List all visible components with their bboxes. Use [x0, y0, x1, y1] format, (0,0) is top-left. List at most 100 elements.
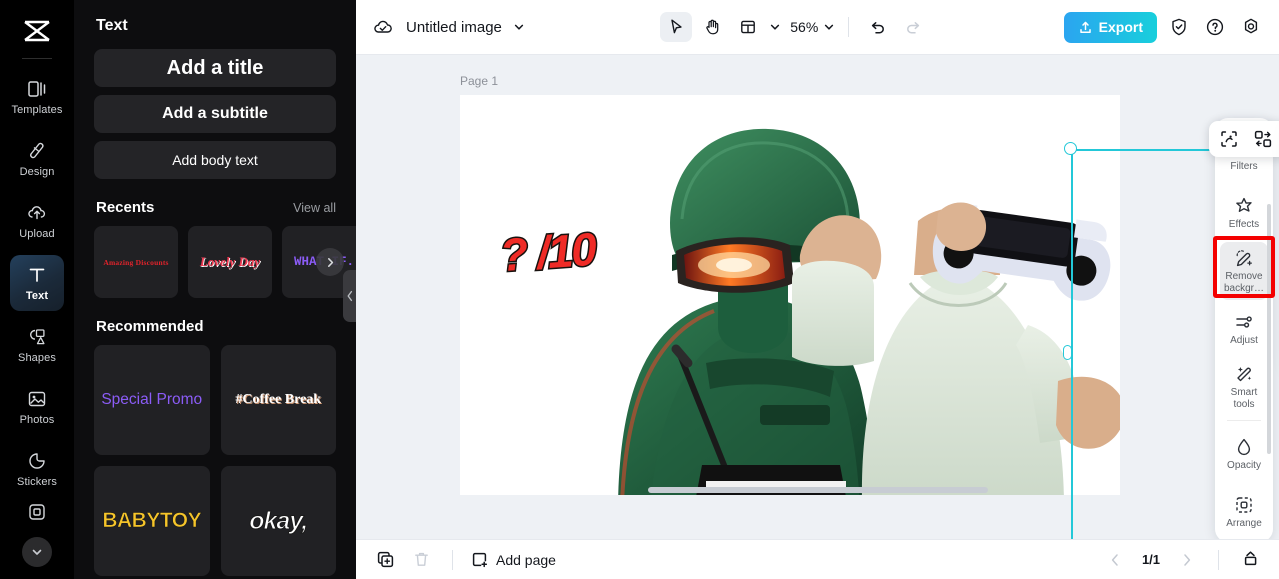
export-button[interactable]: Export: [1063, 11, 1157, 43]
add-page-icon: [471, 551, 489, 569]
redo-icon: [906, 21, 919, 33]
sidebar-item-partial[interactable]: [26, 501, 48, 523]
stickers-icon: [26, 450, 48, 472]
recommended-label: okay,: [249, 506, 309, 535]
shield-check-icon[interactable]: [1165, 13, 1193, 41]
sidebar-item-label: Stickers: [17, 476, 57, 488]
recents-next-button[interactable]: [316, 248, 344, 276]
tool-opacity[interactable]: Opacity: [1220, 425, 1268, 483]
recommended-grid: Special Promo #Coffee Break BABYTOY okay…: [94, 345, 336, 576]
cloud-saved-icon[interactable]: [370, 14, 396, 40]
sidebar-item-templates[interactable]: Templates: [10, 69, 64, 125]
add-page-button[interactable]: Add page: [471, 551, 556, 569]
recommended-header: Recommended: [96, 318, 336, 335]
toolbar-divider: [848, 17, 850, 37]
image-tools-panel: Filters Effects Remove backgr… Adjust Sm…: [1215, 118, 1273, 539]
canvas-tools-group: 56%: [660, 12, 929, 42]
recent-label: Lovely Day: [199, 254, 261, 269]
tool-smart-tools[interactable]: Smart tools: [1220, 358, 1268, 416]
tool-label: Filters: [1230, 160, 1258, 172]
text-panel: Text Add a title Add a subtitle Add body…: [74, 0, 356, 579]
list-item[interactable]: BABYTOY: [94, 466, 210, 576]
recents-list: Amazing Discounts Lovely Day WHAT IF.: [94, 226, 356, 298]
zoom-level-value[interactable]: 56%: [790, 19, 818, 35]
resize-handle-top-left[interactable]: [1064, 142, 1077, 155]
sidebar-item-design[interactable]: Design: [10, 131, 64, 187]
smart-tools-icon: [1237, 367, 1252, 382]
hand-tool-button[interactable]: [696, 12, 728, 42]
topbar-right-group: Export: [1063, 11, 1265, 43]
replace-image-icon[interactable]: [1251, 127, 1275, 151]
document-title[interactable]: Untitled image: [406, 19, 502, 36]
sidebar-item-shapes[interactable]: Shapes: [10, 317, 64, 373]
tool-label: Arrange: [1226, 517, 1262, 529]
undo-icon: [871, 21, 884, 33]
page-label: Page 1: [460, 74, 499, 88]
templates-icon: [26, 78, 48, 100]
tool-adjust[interactable]: Adjust: [1220, 300, 1268, 358]
add-body-text-button[interactable]: Add body text: [94, 141, 336, 179]
shapes-icon: [26, 326, 48, 348]
collapse-panel-handle[interactable]: [343, 270, 356, 322]
sidebar-item-label: Text: [25, 290, 49, 302]
sidebar-item-photos[interactable]: Photos: [10, 379, 64, 435]
tool-panel-scrollbar[interactable]: [1267, 204, 1271, 454]
add-a-title-button[interactable]: Add a title: [94, 49, 336, 87]
zoom-chevron-down-icon[interactable]: [822, 20, 836, 34]
recents-heading: Recents: [96, 199, 155, 216]
layout-chevron-down-icon[interactable]: [768, 20, 782, 34]
resize-handle-middle-left[interactable]: [1063, 345, 1072, 360]
prev-page-button[interactable]: [1102, 547, 1128, 573]
tool-label: Smart tools: [1230, 387, 1258, 410]
add-a-subtitle-button[interactable]: Add a subtitle: [94, 95, 336, 133]
timeline-icon[interactable]: [1237, 547, 1263, 573]
cursor-arrow-icon: [671, 19, 682, 34]
tool-effects[interactable]: Effects: [1220, 184, 1268, 242]
recents-view-all-link[interactable]: View all: [293, 201, 336, 215]
list-item[interactable]: Amazing Discounts: [94, 226, 178, 298]
undo-button[interactable]: [861, 12, 893, 42]
recents-header: Recents View all: [96, 199, 336, 216]
gamer-artwork: [792, 202, 1120, 495]
list-item[interactable]: Lovely Day: [188, 226, 272, 298]
photos-icon: [26, 388, 48, 410]
list-item[interactable]: Special Promo: [94, 345, 210, 455]
duplicate-page-icon[interactable]: [372, 547, 398, 573]
tool-arrange[interactable]: Arrange: [1220, 483, 1268, 539]
page-nav-group: 1/1: [1102, 547, 1263, 573]
list-item[interactable]: #Coffee Break: [220, 345, 336, 455]
document-title-chevron-down-icon[interactable]: [512, 20, 526, 34]
sidebar-item-label: Photos: [19, 414, 55, 426]
page-indicator: 1/1: [1141, 552, 1161, 567]
redo-button[interactable]: [897, 12, 929, 42]
hand-icon: [706, 19, 719, 35]
help-circle-icon[interactable]: [1201, 13, 1229, 41]
artboard[interactable]: ? /10: [460, 95, 1120, 495]
next-page-button[interactable]: [1174, 547, 1200, 573]
main-area: Untitled image 56% Export Page 1 ? /10 F…: [356, 0, 1279, 579]
chevron-left-icon: [1111, 553, 1118, 566]
expand-sidebar-button[interactable]: [22, 537, 52, 567]
arrange-icon: [1236, 497, 1252, 513]
select-tool-button[interactable]: [660, 12, 693, 42]
canvas-horizontal-scrollbar[interactable]: [648, 487, 988, 493]
tool-label: Opacity: [1227, 459, 1261, 471]
upload-cloud-icon: [26, 202, 48, 224]
settings-gear-icon[interactable]: [1237, 13, 1265, 41]
opacity-drop-icon: [1237, 438, 1251, 455]
adjust-sliders-icon: [1236, 316, 1252, 328]
tool-label: Adjust: [1230, 334, 1258, 346]
tool-remove-background[interactable]: Remove backgr…: [1220, 242, 1268, 300]
auto-cutout-icon[interactable]: [1217, 127, 1241, 151]
sidebar-item-text[interactable]: Text: [10, 255, 64, 311]
trash-icon[interactable]: [408, 547, 434, 573]
remove-bg-icon: [1236, 250, 1252, 267]
chevron-down-icon: [32, 549, 42, 555]
canvas-area[interactable]: Page 1 ? /10 Filters Effects Remove back…: [356, 55, 1279, 539]
sidebar-item-label: Upload: [19, 228, 55, 240]
sidebar-item-upload[interactable]: Upload: [10, 193, 64, 249]
sidebar-item-stickers[interactable]: Stickers: [10, 441, 64, 497]
list-item[interactable]: okay,: [220, 466, 336, 576]
capcut-logo-icon[interactable]: [14, 8, 60, 54]
layout-tool-button[interactable]: [732, 12, 764, 42]
